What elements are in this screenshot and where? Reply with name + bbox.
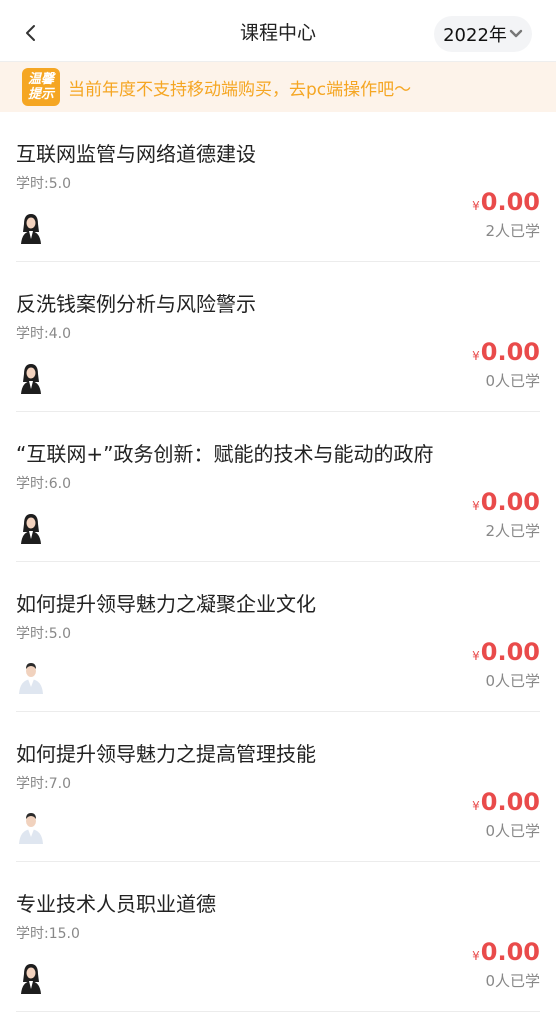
- price-value: 0.00: [480, 338, 540, 366]
- course-price: ¥0.00: [472, 638, 540, 666]
- hours-value: 4.0: [48, 326, 71, 342]
- course-price: ¥0.00: [472, 488, 540, 516]
- currency-symbol: ¥: [472, 199, 480, 213]
- chevron-down-icon: [509, 29, 523, 38]
- female-teacher-avatar: [21, 964, 41, 994]
- male-teacher-avatar: [19, 663, 43, 694]
- price-value: 0.00: [480, 788, 540, 816]
- notice-banner: 温馨 提示 当前年度不支持移动端购买，去pc端操作吧～: [0, 62, 556, 112]
- price-value: 0.00: [480, 638, 540, 666]
- course-title: 互联网监管与网络道德建设: [16, 142, 256, 166]
- price-value: 0.00: [480, 188, 540, 216]
- learner-count: 2人已学: [485, 522, 540, 540]
- hours-value: 15.0: [48, 926, 80, 942]
- tip-badge-line1: 温馨: [27, 72, 54, 87]
- course-hours: 学时:6.0: [16, 473, 71, 493]
- notice-text: 当前年度不支持移动端购买，去pc端操作吧～: [68, 79, 412, 100]
- hours-prefix: 学时:: [16, 176, 49, 192]
- currency-symbol: ¥: [472, 649, 480, 663]
- female-teacher-avatar: [21, 364, 41, 394]
- course-price: ¥0.00: [472, 188, 540, 216]
- hours-value: 6.0: [48, 476, 71, 492]
- female-teacher-avatar: [21, 514, 41, 544]
- course-item[interactable]: 如何提升领导魅力之凝聚企业文化 学时:5.0 ¥0.00 0人已学: [16, 562, 540, 712]
- course-title: 如何提升领导魅力之提高管理技能: [16, 742, 316, 766]
- course-hours: 学时:15.0: [16, 923, 80, 943]
- course-price: ¥0.00: [472, 338, 540, 366]
- course-item[interactable]: 互联网监管与网络道德建设 学时:5.0 ¥0.00 2人已学: [16, 112, 540, 262]
- course-hours: 学时:5.0: [16, 623, 71, 643]
- year-dropdown[interactable]: 2022年: [434, 16, 532, 52]
- price-value: 0.00: [480, 488, 540, 516]
- female-teacher-avatar: [21, 214, 41, 244]
- course-hours: 学时:5.0: [16, 173, 71, 193]
- hours-prefix: 学时:: [16, 626, 49, 642]
- course-price: ¥0.00: [472, 788, 540, 816]
- learner-count: 0人已学: [485, 672, 540, 690]
- course-title: “互联网+”政务创新：赋能的技术与能动的政府: [16, 442, 434, 466]
- learner-count: 2人已学: [485, 222, 540, 240]
- male-teacher-avatar: [19, 813, 43, 844]
- hours-prefix: 学时:: [16, 926, 49, 942]
- currency-symbol: ¥: [472, 499, 480, 513]
- hours-prefix: 学时:: [16, 326, 49, 342]
- hours-prefix: 学时:: [16, 776, 49, 792]
- course-hours: 学时:7.0: [16, 773, 71, 793]
- hours-value: 5.0: [48, 176, 71, 192]
- course-item[interactable]: 反洗钱案例分析与风险警示 学时:4.0 ¥0.00 0人已学: [16, 262, 540, 412]
- hours-value: 7.0: [48, 776, 71, 792]
- course-item[interactable]: 专业技术人员职业道德 学时:15.0 ¥0.00 0人已学: [16, 862, 540, 1012]
- course-price: ¥0.00: [472, 938, 540, 966]
- learner-count: 0人已学: [485, 822, 540, 840]
- tip-badge-line2: 提示: [27, 87, 54, 102]
- currency-symbol: ¥: [472, 349, 480, 363]
- learner-count: 0人已学: [485, 972, 540, 990]
- top-nav-bar: 课程中心 2022年: [0, 0, 556, 62]
- hours-prefix: 学时:: [16, 476, 49, 492]
- course-item[interactable]: 如何提升领导魅力之提高管理技能 学时:7.0 ¥0.00 0人已学: [16, 712, 540, 862]
- hours-value: 5.0: [48, 626, 71, 642]
- course-list: 互联网监管与网络道德建设 学时:5.0 ¥0.00 2人已学 反洗钱案例分析与风…: [0, 112, 556, 1012]
- course-hours: 学时:4.0: [16, 323, 71, 343]
- course-title: 如何提升领导魅力之凝聚企业文化: [16, 592, 316, 616]
- course-item[interactable]: “互联网+”政务创新：赋能的技术与能动的政府 学时:6.0 ¥0.00 2人已学: [16, 412, 540, 562]
- year-dropdown-label: 2022年: [443, 25, 507, 46]
- price-value: 0.00: [480, 938, 540, 966]
- course-title: 专业技术人员职业道德: [16, 892, 216, 916]
- course-title: 反洗钱案例分析与风险警示: [16, 292, 256, 316]
- currency-symbol: ¥: [472, 799, 480, 813]
- tip-badge-icon: 温馨 提示: [22, 68, 60, 106]
- currency-symbol: ¥: [472, 949, 480, 963]
- learner-count: 0人已学: [485, 372, 540, 390]
